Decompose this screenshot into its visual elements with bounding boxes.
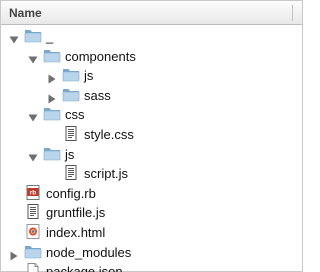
folder-icon [62, 87, 80, 102]
tree-item-label: css [65, 107, 85, 123]
tree-item-label: js [65, 146, 75, 162]
name-column-label: Name [9, 6, 42, 20]
tree-item-label: index.html [46, 224, 106, 240]
disclosure-triangle-down-icon[interactable] [28, 52, 38, 64]
text-file-icon [62, 165, 80, 181]
tree-item-label: package.json [46, 264, 123, 272]
folder-icon [43, 106, 61, 121]
tree-item-label: sass [84, 87, 111, 103]
tree-item-label: script.js [84, 166, 129, 182]
disclosure-triangle-down-icon[interactable] [9, 32, 19, 44]
tree-row-index-html[interactable]: index.html [1, 222, 302, 242]
text-file-icon [24, 204, 42, 220]
disclosure-triangle-right-icon[interactable] [47, 71, 57, 84]
tree-row-config-rb[interactable]: rb config.rb [1, 183, 302, 203]
tree-item-label: node_modules [46, 244, 132, 260]
tree-item-label: gruntfile.js [46, 205, 106, 221]
tree-row-[interactable]: _ [1, 26, 302, 46]
disclosure-triangle-right-icon[interactable] [47, 91, 57, 104]
name-column-header[interactable]: Name [1, 1, 302, 25]
tree-row-js[interactable]: js [1, 65, 302, 85]
ruby-file-icon: rb [24, 184, 42, 200]
disclosure-triangle-down-icon[interactable] [28, 150, 38, 162]
folder-icon [24, 244, 42, 259]
file-tree: _ components js sass css style.css js sc… [1, 26, 302, 272]
folder-icon [62, 67, 80, 82]
tree-item-label: js [84, 68, 94, 84]
folder-icon [43, 146, 61, 161]
tree-item-label: style.css [84, 126, 134, 142]
folder-icon [24, 28, 42, 43]
tree-row-components[interactable]: components [1, 46, 302, 66]
tree-row-script-js[interactable]: script.js [1, 163, 302, 183]
tree-row-js[interactable]: js [1, 144, 302, 164]
tree-row-sass[interactable]: sass [1, 85, 302, 105]
tree-item-label: config.rb [46, 185, 96, 201]
disclosure-triangle-down-icon[interactable] [28, 110, 38, 122]
tree-row-package-json[interactable]: package.json [1, 261, 302, 272]
tree-item-label: components [65, 48, 136, 64]
tree-row-style-css[interactable]: style.css [1, 124, 302, 144]
folder-icon [43, 48, 61, 63]
tree-row-css[interactable]: css [1, 104, 302, 124]
svg-text:rb: rb [30, 189, 37, 196]
text-file-icon [62, 125, 80, 141]
html-file-icon [24, 223, 42, 239]
tree-row-gruntfile-js[interactable]: gruntfile.js [1, 202, 302, 222]
tree-row-node-modules[interactable]: node_modules [1, 242, 302, 262]
disclosure-triangle-right-icon[interactable] [9, 248, 19, 261]
file-browser-panel: Name _ components js sass css style.css [0, 0, 303, 272]
blank-file-icon [24, 263, 42, 272]
tree-item-label: _ [46, 29, 54, 44]
column-divider[interactable] [292, 5, 293, 21]
